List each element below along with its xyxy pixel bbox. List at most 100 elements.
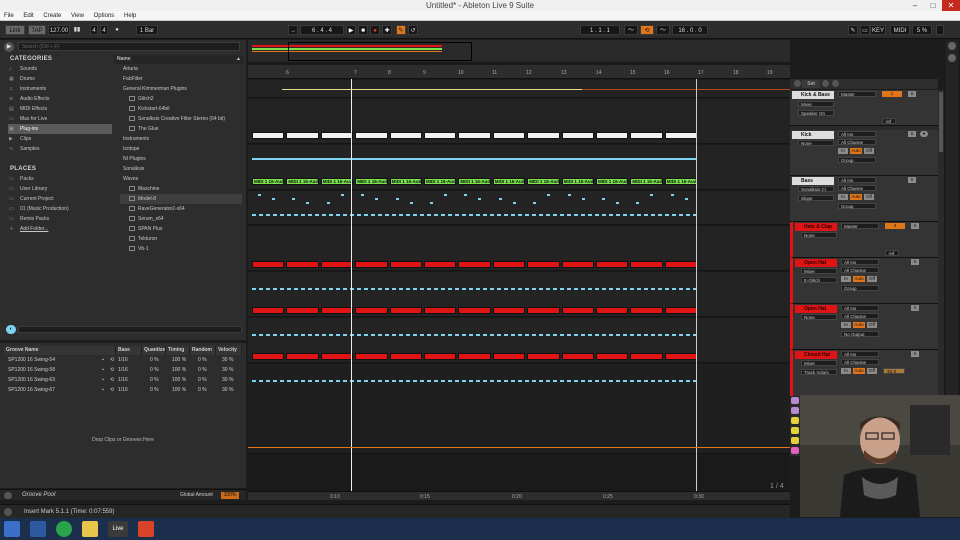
track-scrollbar[interactable] <box>938 90 944 396</box>
monitor-in[interactable]: In <box>838 148 848 154</box>
loop-length-field[interactable]: 16 . 0 . 0 <box>672 25 708 35</box>
clip-launch-icon[interactable] <box>791 437 799 444</box>
monitor-auto[interactable]: Auto <box>853 322 865 328</box>
monitor-in[interactable]: In <box>841 276 851 282</box>
status-toggle-icon[interactable] <box>4 508 12 516</box>
groove-velocity[interactable]: 30 % <box>222 366 233 375</box>
menu-edit[interactable]: Edit <box>19 11 37 21</box>
kick-clip[interactable] <box>527 132 560 139</box>
closed-hat-clip[interactable] <box>389 353 422 360</box>
open-hat-clip[interactable] <box>492 307 526 314</box>
browser-item[interactable]: Serum_x64 <box>120 214 250 224</box>
input-type[interactable]: All Ins <box>841 305 879 311</box>
device-chooser[interactable]: None <box>801 314 837 320</box>
open-hat-clip[interactable] <box>561 261 594 268</box>
open-hat-clip[interactable] <box>424 261 457 268</box>
groove-timing[interactable]: 100 % <box>172 376 186 385</box>
solo-button[interactable]: S <box>911 259 919 265</box>
track-lane-hats-clap[interactable] <box>248 191 790 225</box>
place-add-folder[interactable]: ＋ Add Folder... <box>8 224 112 234</box>
open-hat-clip[interactable] <box>561 307 594 314</box>
solo-button[interactable]: S <box>911 305 919 311</box>
parameter-chooser[interactable]: Slope <box>798 195 834 201</box>
open-hat-clip[interactable] <box>286 307 319 314</box>
browser-item[interactable]: The Glue <box>120 124 250 134</box>
arrow-icon[interactable] <box>794 80 801 87</box>
clip-launch-icon[interactable] <box>791 407 799 414</box>
global-amount-field[interactable]: 100% <box>221 492 239 499</box>
closed-hat-clip[interactable] <box>527 353 560 360</box>
maximize-icon[interactable]: □ <box>924 0 942 11</box>
groove-header-base[interactable]: Base <box>116 346 142 355</box>
punch-out-icon[interactable]: 〜 <box>656 25 670 35</box>
open-hat-clip[interactable] <box>630 307 663 314</box>
browser-item[interactable]: Tekturon <box>120 234 250 244</box>
output-routing[interactable]: Group <box>838 203 876 209</box>
groove-quantize[interactable]: 0 % <box>150 386 159 395</box>
midi-clip[interactable]: MIDI 1 16-Aud <box>664 178 698 185</box>
browser-item[interactable]: FabFilter <box>114 74 244 84</box>
midi-clip[interactable]: MIDI 1 16-Aud <box>596 178 629 185</box>
device-chooser[interactable]: None <box>801 232 837 238</box>
browser-item[interactable]: Glitch2 <box>120 94 250 104</box>
midi-clip[interactable]: MIDI 1 16-Aud <box>424 178 457 185</box>
closed-hat-clip[interactable] <box>664 353 698 360</box>
browser-item[interactable]: Waves <box>114 174 244 184</box>
place-user-library[interactable]: ▭ User Library <box>8 184 112 194</box>
groove-velocity[interactable]: 30 % <box>222 376 233 385</box>
monitor-auto[interactable]: Auto <box>853 276 865 282</box>
track-name[interactable]: Kick <box>792 131 834 139</box>
groove-velocity[interactable]: 30 % <box>222 356 233 365</box>
ableton-live-taskbar-button[interactable]: Live <box>108 521 128 537</box>
track-activator[interactable]: 4 <box>885 223 905 229</box>
device-chooser[interactable]: Mixer <box>798 101 834 107</box>
overview-viewport[interactable] <box>288 42 472 61</box>
tempo-field[interactable]: 127.00 <box>48 25 70 35</box>
stop-icon[interactable]: ■ <box>358 25 368 35</box>
open-hat-clip[interactable] <box>286 261 319 268</box>
hot-swap-icon[interactable]: ⟲ <box>110 366 114 375</box>
automation-arm-icon[interactable]: ✎ <box>396 25 406 35</box>
category-max-for-live[interactable]: ▭ Max for Live <box>8 114 112 124</box>
minimize-icon[interactable]: – <box>906 0 924 11</box>
monitor-auto[interactable]: Auto <box>853 368 865 374</box>
browser-item[interactable]: Vb-1 <box>120 244 250 254</box>
browser-item[interactable]: SPAN Plus <box>120 224 250 234</box>
monitor-off[interactable]: Off <box>867 368 877 374</box>
automation-line[interactable] <box>282 89 582 90</box>
groove-header-quantize[interactable]: Quantize <box>142 346 166 355</box>
solo-button[interactable]: S <box>911 351 919 357</box>
open-hat-clip[interactable] <box>596 307 629 314</box>
groove-drop-zone[interactable]: Drop Clips or Grooves Here <box>0 437 246 443</box>
track-header-hats-clap[interactable]: Hats & Clap Master None 4 S -inf <box>790 222 938 258</box>
browser-item[interactable]: Instruments <box>114 134 244 144</box>
parameter-chooser[interactable]: Speaker On <box>798 110 834 116</box>
browser-item[interactable]: Sonalksis Creative Filter Stereo (64 bit… <box>120 114 250 124</box>
category-audio-effects[interactable]: ≋ Audio Effects <box>8 94 112 104</box>
open-hat-clip[interactable] <box>320 307 354 314</box>
browser-item[interactable]: Sonalksis <box>114 164 244 174</box>
menu-create[interactable]: Create <box>39 11 65 21</box>
groove-quantize[interactable]: 0 % <box>150 366 159 375</box>
record-icon[interactable]: ● <box>370 25 380 35</box>
groove-row[interactable]: SP1200 16 Swing-58 ▪ ⟲ 1/16 0 % 100 % 0 … <box>4 366 242 375</box>
time-ruler[interactable]: 0:10 0:15 0:20 0:25 0:30 <box>248 491 790 500</box>
kick-clip[interactable] <box>630 132 663 139</box>
track-header-kick-bass[interactable]: Kick & Bass Master Mixer Speaker On 1 S … <box>790 90 938 126</box>
track-header-open-hat-2[interactable]: Open Hat All Ins All Channe None In Auto… <box>790 304 938 350</box>
kick-clip[interactable] <box>389 132 422 139</box>
groove-random[interactable]: 0 % <box>198 386 207 395</box>
menu-file[interactable]: File <box>0 11 18 21</box>
link-button[interactable]: Link <box>5 25 25 35</box>
key-map-button[interactable]: KEY <box>870 25 886 35</box>
hot-swap-icon[interactable]: ⟲ <box>110 376 114 385</box>
clip-launch-icon[interactable] <box>791 397 799 404</box>
output-routing[interactable]: Group <box>841 285 879 291</box>
browser-item[interactable]: Arturia <box>114 64 244 74</box>
groove-velocity[interactable]: 30 % <box>222 386 233 395</box>
input-channel[interactable]: All Channe <box>841 359 879 365</box>
midi-clip[interactable]: MIDI 1 16-Aud <box>630 178 663 185</box>
re-enable-automation-icon[interactable]: ↺ <box>408 25 418 35</box>
groove-random[interactable]: 0 % <box>198 366 207 375</box>
empty-track-area[interactable] <box>248 364 790 454</box>
